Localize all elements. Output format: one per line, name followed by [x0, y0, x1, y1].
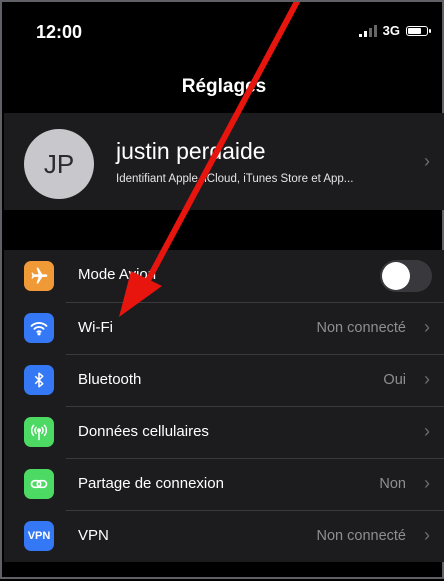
profile-name: justin perdaide	[116, 138, 266, 164]
settings-row-label: Partage de connexion	[78, 475, 224, 492]
battery-icon	[406, 25, 431, 36]
vpn-icon: VPN	[24, 521, 54, 551]
settings-row-personal-hotspot[interactable]: Partage de connexion Non ›	[4, 458, 444, 510]
status-indicators: 3G	[358, 23, 431, 38]
antenna-icon	[24, 417, 54, 447]
airplane-icon	[24, 261, 54, 291]
chevron-right-icon: ›	[424, 151, 430, 171]
settings-row-value: Non connecté	[316, 320, 406, 336]
hotspot-icon	[24, 469, 54, 499]
settings-row-value: Non connecté	[316, 528, 406, 544]
chevron-right-icon: ›	[424, 369, 430, 389]
settings-row-wifi[interactable]: Wi-Fi Non connecté ›	[4, 302, 444, 354]
status-time: 12:00	[36, 22, 83, 42]
settings-row-label: Données cellulaires	[78, 423, 209, 440]
settings-row-value: Oui	[383, 372, 406, 388]
bluetooth-icon	[24, 365, 54, 395]
settings-row-cellular-data[interactable]: Données cellulaires ›	[4, 406, 444, 458]
chevron-right-icon: ›	[424, 317, 430, 337]
avatar: JP	[24, 129, 94, 199]
settings-row-label: Mode Avion	[78, 266, 157, 283]
settings-list: Mode Avion Wi-Fi Non connecté › Bluetoot…	[4, 250, 444, 562]
phone-screen: 12:00 3G Réglages JP justin perdaide Ide…	[0, 0, 444, 579]
settings-row-label: Wi-Fi	[78, 319, 113, 336]
chevron-right-icon: ›	[424, 525, 430, 545]
settings-row-vpn[interactable]: VPN VPN Non connecté ›	[4, 510, 444, 562]
profile-subtitle: Identifiant Apple, iCloud, iTunes Store …	[116, 173, 354, 185]
chevron-right-icon: ›	[424, 473, 430, 493]
chevron-right-icon: ›	[424, 421, 430, 441]
settings-row-label: VPN	[78, 527, 109, 544]
page-title: Réglages	[181, 76, 267, 97]
signal-strength-icon	[358, 24, 377, 37]
settings-row-bluetooth[interactable]: Bluetooth Oui ›	[4, 354, 444, 406]
airplane-mode-toggle[interactable]	[380, 260, 432, 292]
settings-row-airplane-mode[interactable]: Mode Avion	[4, 250, 444, 302]
network-type: 3G	[382, 23, 400, 38]
status-bar: 12:00 3G	[2, 2, 444, 64]
wifi-icon	[24, 313, 54, 343]
apple-id-profile-row[interactable]: JP justin perdaide Identifiant Apple, iC…	[4, 113, 444, 210]
settings-row-value: Non	[379, 476, 406, 492]
settings-row-label: Bluetooth	[78, 371, 142, 388]
